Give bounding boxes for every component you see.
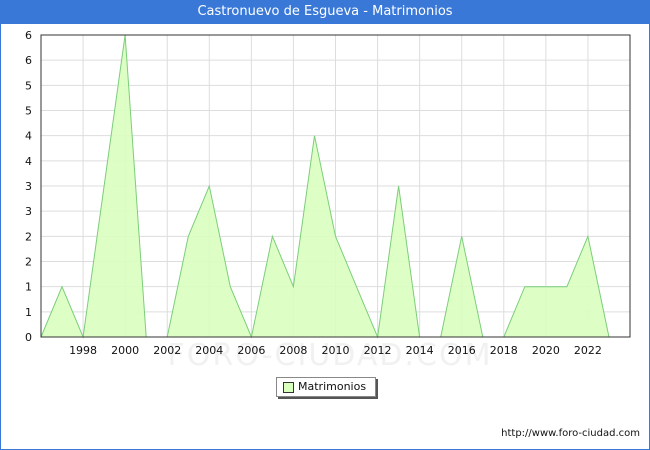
y-tick-label: 5 [25,79,32,92]
x-tick-label: 2000 [111,344,139,357]
y-tick-label: 4 [25,130,32,143]
y-tick-label: 4 [25,155,32,168]
x-tick-label: 2004 [195,344,223,357]
x-tick-label: 2020 [532,344,560,357]
x-tick-label: 2008 [279,344,307,357]
y-tick-label: 1 [25,281,32,294]
y-tick-label: 5 [25,105,32,118]
y-tick-label: 2 [25,256,32,269]
y-tick-label: 6 [25,54,32,67]
y-tick-label: 3 [25,205,32,218]
x-tick-label: 2016 [448,344,476,357]
x-tick-label: 1998 [69,344,97,357]
x-tick-label: 2010 [322,344,350,357]
x-tick-label: 2002 [153,344,181,357]
y-tick-label: 6 [25,29,32,42]
legend-label: Matrimonios [298,380,367,393]
y-tick-label: 2 [25,230,32,243]
source-link[interactable]: http://www.foro-ciudad.com [501,428,640,439]
x-tick-label: 2014 [406,344,434,357]
y-tick-label: 0 [25,331,32,344]
y-tick-label: 3 [25,180,32,193]
x-tick-label: 2022 [574,344,602,357]
x-tick-label: 2018 [490,344,518,357]
x-tick-label: 2006 [237,344,265,357]
legend: Matrimonios [276,377,376,397]
y-tick-label: 1 [25,306,32,319]
legend-swatch [283,382,294,393]
x-tick-label: 2012 [364,344,392,357]
